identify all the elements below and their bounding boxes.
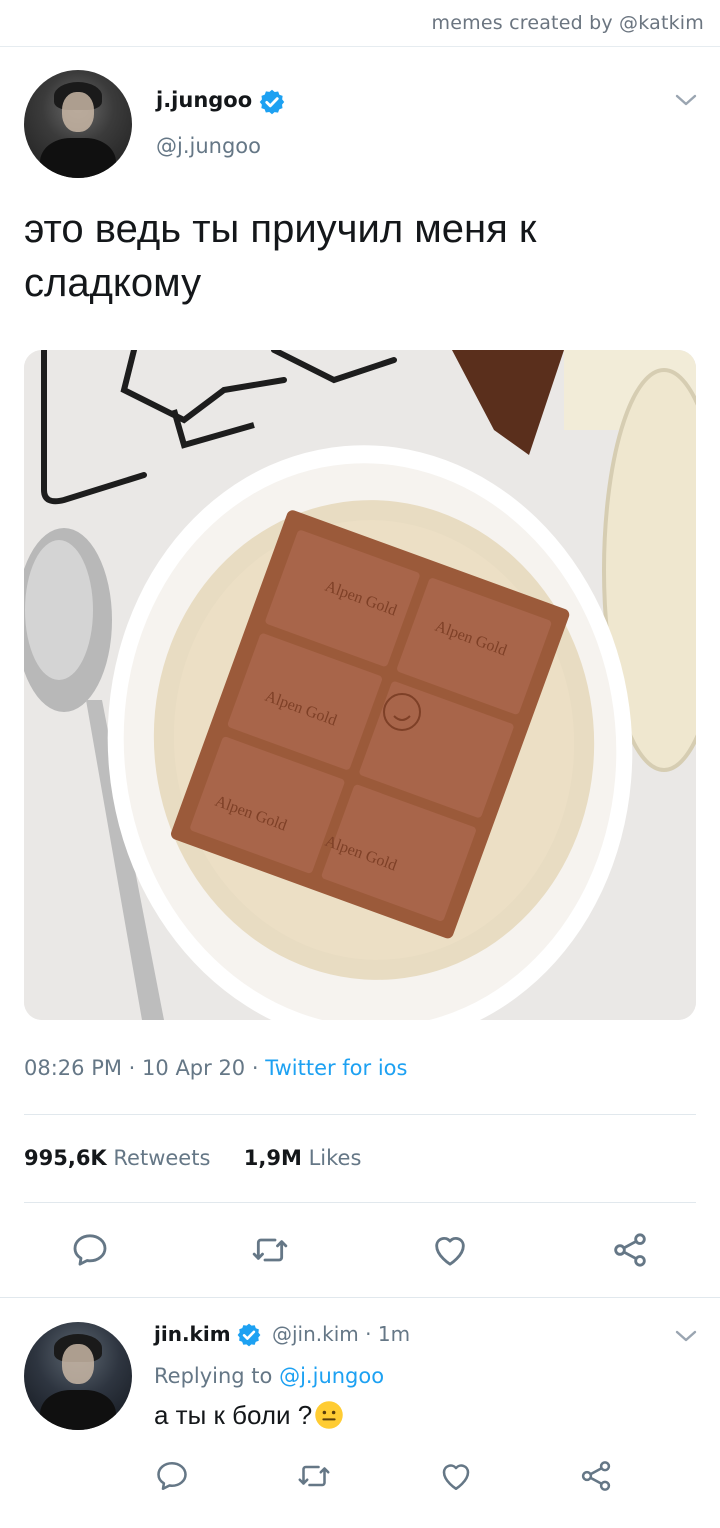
reply-text-content: а ты к боли ? <box>154 1400 313 1430</box>
reply-button[interactable] <box>154 1458 190 1494</box>
meta-separator: · <box>251 1056 259 1080</box>
retweet-icon <box>252 1238 288 1262</box>
like-button[interactable] <box>438 1458 474 1494</box>
tweet-date: 10 Apr 20 <box>142 1056 246 1080</box>
verified-badge-icon <box>259 89 285 115</box>
likes-count: 1,9M <box>243 1146 302 1170</box>
reply-display-name[interactable]: jin.kim <box>154 1322 231 1346</box>
avatar-face <box>62 1344 94 1384</box>
share-button[interactable] <box>578 1458 614 1494</box>
retweet-button[interactable] <box>296 1458 332 1494</box>
reply-icon <box>73 1234 107 1266</box>
user-handle[interactable]: @j.jungoo <box>156 134 261 158</box>
reply-text: а ты к боли ? <box>154 1400 344 1431</box>
share-icon <box>614 1233 646 1267</box>
divider <box>24 1114 696 1115</box>
tweet-time: 08:26 PM <box>24 1056 122 1080</box>
reply-icon <box>157 1461 187 1491</box>
like-icon <box>435 1236 465 1266</box>
like-button[interactable] <box>430 1230 470 1270</box>
tweet-stats: 995,6K Retweets 1,9M Likes <box>24 1146 361 1170</box>
retweet-icon <box>298 1465 330 1487</box>
avatar-face <box>62 92 94 132</box>
retweets-stat[interactable]: 995,6K Retweets <box>24 1146 210 1170</box>
tweet-meta: 08:26 PM · 10 Apr 20 · Twitter for ios <box>24 1056 407 1080</box>
display-name[interactable]: j.jungoo <box>156 88 252 112</box>
tweet-text: это ведь ты приучил меня к сладкому <box>24 207 537 305</box>
tweet-source[interactable]: Twitter for ios <box>265 1056 407 1080</box>
avatar-body <box>40 1390 116 1430</box>
avatar-body <box>40 138 116 178</box>
share-icon <box>581 1461 611 1491</box>
retweet-button[interactable] <box>250 1230 290 1270</box>
reply-avatar[interactable] <box>24 1322 132 1430</box>
replying-mention[interactable]: @j.jungoo <box>279 1364 384 1388</box>
reply-button[interactable] <box>70 1230 110 1270</box>
retweets-label: Retweets <box>113 1146 211 1170</box>
meta-separator: · <box>365 1322 372 1346</box>
top-divider <box>0 46 720 47</box>
neutral-face-emoji <box>315 1401 344 1429</box>
meta-separator: · <box>128 1056 136 1080</box>
reply-time: 1m <box>377 1322 411 1346</box>
chevron-down-icon[interactable] <box>674 1328 698 1344</box>
reply-meta: @jin.kim · 1m <box>272 1322 410 1346</box>
meme-credit: memes created by @katkim <box>431 12 704 34</box>
reply-handle[interactable]: @jin.kim <box>272 1322 359 1346</box>
avatar[interactable] <box>24 70 132 178</box>
retweets-count: 995,6K <box>24 1146 107 1170</box>
chevron-down-icon[interactable] <box>674 92 698 108</box>
photo-illustration: Alpen Gold Alpen Gold Alpen Gold Alpen G… <box>24 350 696 1020</box>
like-icon <box>442 1464 470 1491</box>
likes-stat[interactable]: 1,9M Likes <box>244 1146 362 1170</box>
tweet-photo[interactable]: Alpen Gold Alpen Gold Alpen Gold Alpen G… <box>24 350 696 1020</box>
share-button[interactable] <box>610 1230 650 1270</box>
tweet-separator <box>0 1297 720 1298</box>
replying-to: Replying to @j.jungoo <box>154 1364 384 1388</box>
replying-prefix: Replying to <box>154 1364 273 1388</box>
verified-badge-icon <box>237 1323 261 1347</box>
likes-label: Likes <box>308 1146 362 1170</box>
divider <box>24 1202 696 1203</box>
